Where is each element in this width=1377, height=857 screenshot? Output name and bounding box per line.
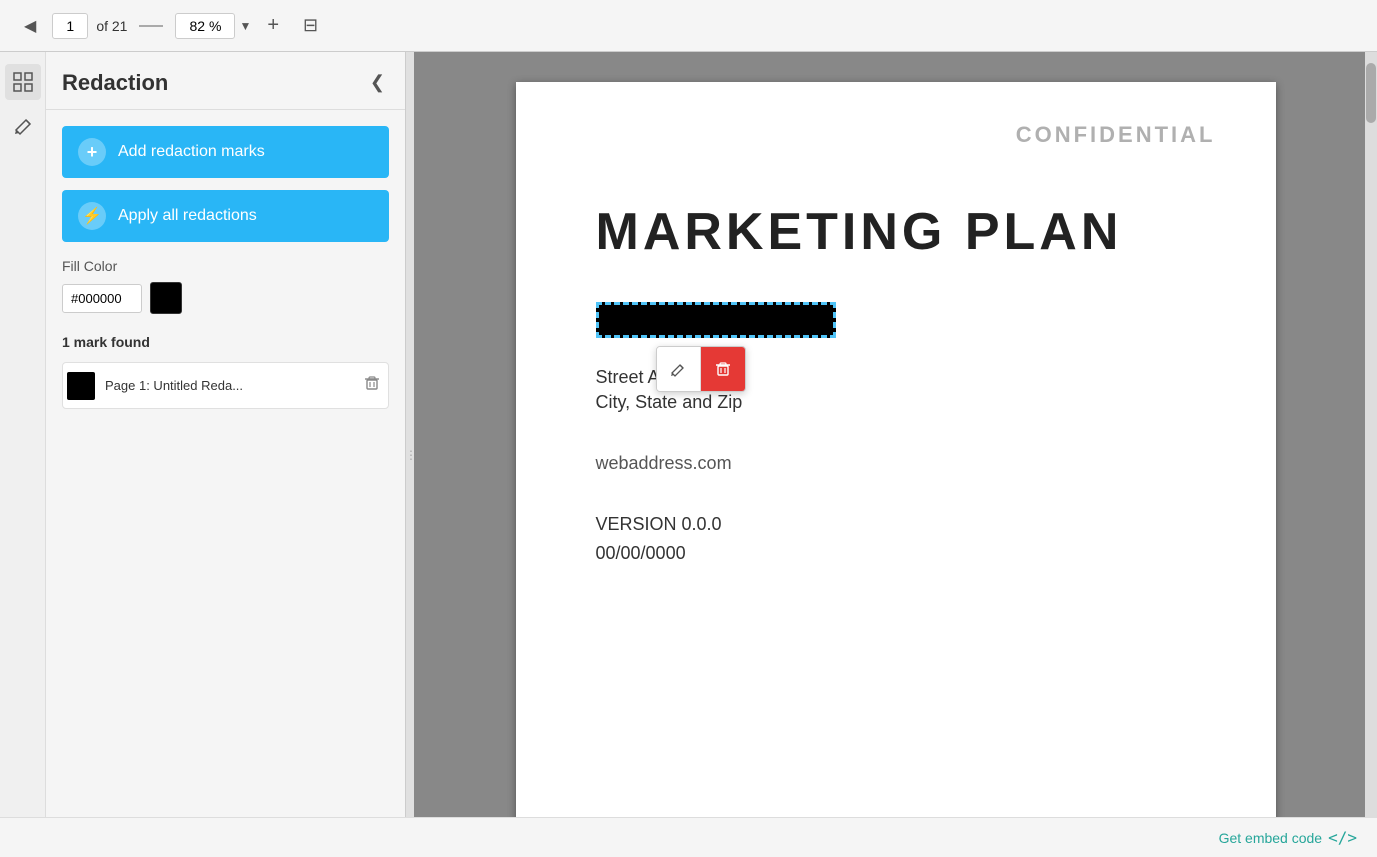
scrollbar-thumb[interactable] [1366, 63, 1376, 123]
add-redaction-button[interactable]: + Add redaction marks [62, 126, 389, 178]
apply-redactions-button[interactable]: ⚡ Apply all redactions [62, 190, 389, 242]
document-area: CONFIDENTIAL MARKETING PLAN [414, 52, 1377, 857]
zoom-control: ▼ [175, 13, 251, 39]
total-pages-label: of 21 [96, 18, 127, 34]
page-container: CONFIDENTIAL MARKETING PLAN [516, 82, 1276, 857]
zoom-dropdown-button[interactable]: ▼ [239, 19, 251, 33]
fill-color-label: Fill Color [62, 258, 389, 274]
panel-title: Redaction [62, 70, 168, 96]
embed-code-label: Get embed code [1219, 830, 1323, 846]
confidential-watermark: CONFIDENTIAL [1016, 122, 1216, 148]
grid-icon-button[interactable] [5, 64, 41, 100]
toolbar: ◀ of 21 ▼ + ⊟ [0, 0, 1377, 52]
redaction-bar[interactable] [596, 302, 836, 338]
fill-color-row [62, 282, 389, 314]
prev-page-button[interactable]: ◀ [16, 12, 44, 40]
panel-body: + Add redaction marks ⚡ Apply all redact… [46, 110, 405, 425]
document-title: MARKETING PLAN [596, 202, 1196, 262]
fill-color-swatch[interactable] [150, 282, 182, 314]
page-number-input[interactable] [52, 13, 88, 39]
trash-icon [364, 375, 380, 391]
panel-header: Redaction ❮ [46, 52, 405, 110]
document-version: VERSION 0.0.0 [596, 514, 1196, 535]
edit-icon-button[interactable] [5, 108, 41, 144]
fill-color-section: Fill Color [62, 254, 389, 318]
redaction-edit-button[interactable] [657, 347, 701, 391]
zoom-input[interactable] [175, 13, 235, 39]
marks-list: Page 1: Untitled Reda... [62, 362, 389, 409]
grid-icon [13, 72, 33, 92]
document-date: 00/00/0000 [596, 543, 1196, 564]
add-redaction-label: Add redaction marks [118, 143, 265, 161]
add-icon-circle: + [78, 138, 106, 166]
add-page-button[interactable]: + [259, 10, 287, 41]
bottom-bar: Get embed code </> [0, 817, 1377, 857]
apply-redactions-label: Apply all redactions [118, 207, 257, 225]
pencil-icon [13, 116, 33, 136]
redaction-delete-button[interactable] [701, 347, 745, 391]
document-web: webaddress.com [596, 453, 1196, 474]
embed-code-link[interactable]: Get embed code </> [1219, 828, 1357, 847]
delete-trash-icon [715, 361, 731, 377]
layout-button[interactable]: ⊟ [295, 11, 326, 40]
page-divider [139, 25, 163, 27]
panel-collapse-button[interactable]: ❮ [366, 68, 389, 97]
mark-label: Page 1: Untitled Reda... [105, 378, 350, 393]
icon-strip [0, 52, 46, 857]
main-layout: Redaction ❮ + Add redaction marks ⚡ Appl… [0, 52, 1377, 857]
mark-delete-button[interactable] [360, 371, 384, 400]
side-panel: Redaction ❮ + Add redaction marks ⚡ Appl… [46, 52, 406, 857]
fill-color-input[interactable] [62, 284, 142, 313]
edit-icon [670, 361, 686, 377]
lightning-icon: ⚡ [78, 202, 106, 230]
marks-found-label: 1 mark found [62, 334, 389, 350]
redaction-mark-container [596, 302, 836, 338]
embed-code-icon: </> [1328, 828, 1357, 847]
resize-handle[interactable]: ⋮ [406, 52, 414, 857]
mark-item: Page 1: Untitled Reda... [62, 362, 389, 409]
redaction-popup [656, 346, 746, 392]
mark-thumbnail [67, 372, 95, 400]
scrollbar-track[interactable] [1365, 52, 1377, 857]
document-address-2: City, State and Zip [596, 392, 1196, 413]
